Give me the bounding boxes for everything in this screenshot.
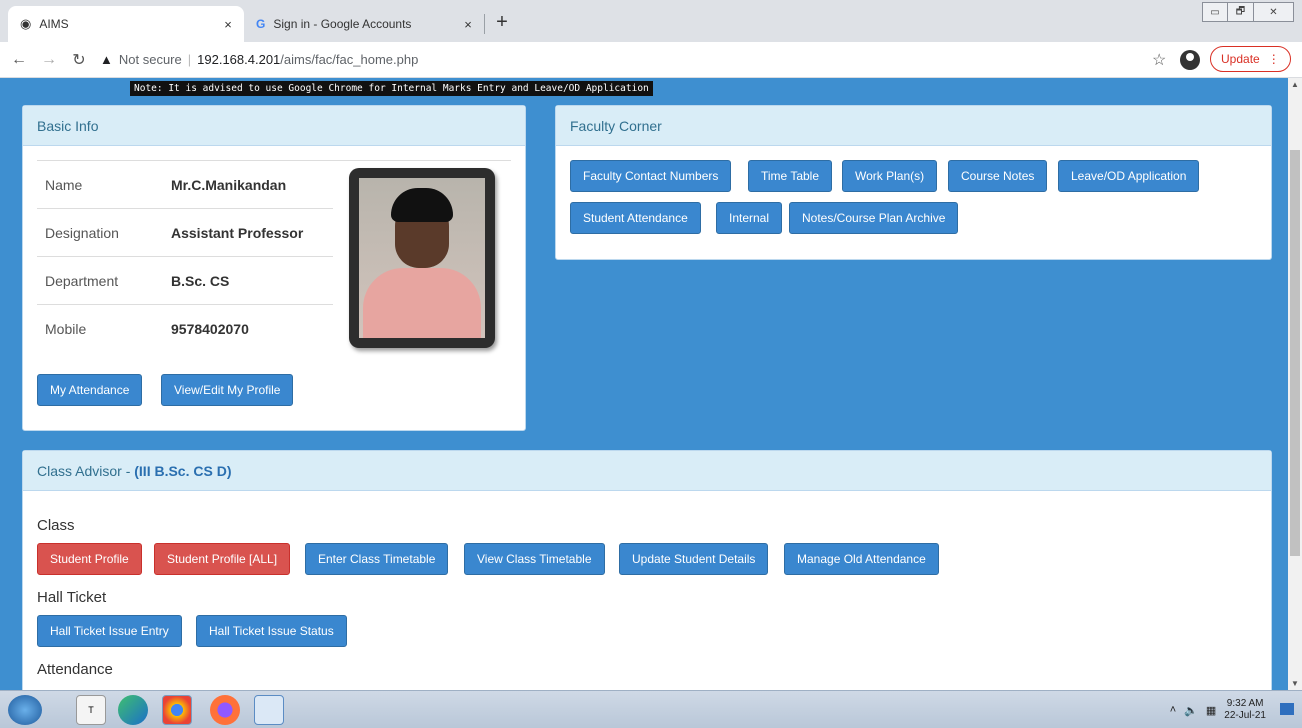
student-attendance-button[interactable]: Student Attendance [570, 202, 701, 234]
forward-arrow-icon[interactable]: → [38, 51, 60, 69]
profile-photo [349, 168, 495, 348]
clock-time: 9:32 AM [1226, 698, 1264, 709]
work-plans-button[interactable]: Work Plan(s) [842, 160, 938, 192]
update-button[interactable]: Update ⋮ [1210, 46, 1291, 72]
info-key: Department [45, 272, 119, 289]
network-icon[interactable]: ▦ [1206, 704, 1216, 717]
google-icon: G [256, 17, 266, 31]
more-menu-icon: ⋮ [1267, 52, 1280, 66]
globe-icon: ◉ [20, 16, 32, 31]
photo-image [359, 178, 485, 338]
volume-icon[interactable]: 🔈 [1184, 704, 1198, 717]
browser-note: Note: It is advised to use Google Chrome… [130, 81, 653, 96]
show-desktop-button[interactable] [1280, 703, 1294, 715]
student-profile-all-button[interactable]: Student Profile [ALL] [154, 543, 291, 575]
info-value: 9578402070 [171, 320, 249, 337]
info-value: Assistant Professor [171, 224, 304, 241]
my-attendance-button[interactable]: My Attendance [37, 374, 143, 406]
photo-shirt [363, 268, 481, 338]
tally-erp-icon[interactable]: T [76, 695, 106, 725]
faculty-contact-numbers-button[interactable]: Faculty Contact Numbers [570, 160, 732, 192]
info-row-designation: Designation Assistant Professor [37, 208, 333, 256]
divider [333, 160, 511, 161]
tab-aims[interactable]: ◉ AIMS × [8, 6, 244, 42]
address-bar[interactable]: ▲ Not secure | 192.168.4.201/aims/fac/fa… [100, 46, 1100, 74]
close-window-button[interactable]: ✕ [1254, 2, 1294, 22]
scroll-down-icon[interactable]: ▼ [1291, 679, 1299, 688]
clock-date: 22-Jul-21 [1224, 710, 1266, 721]
notes-course-plan-archive-button[interactable]: Notes/Course Plan Archive [789, 202, 959, 234]
tray-expand-icon[interactable]: ˄ [1170, 704, 1176, 716]
taskbar-clock[interactable]: 9:32 AM 22-Jul-21 [1224, 698, 1266, 722]
time-table-button[interactable]: Time Table [748, 160, 833, 192]
close-tab-icon[interactable]: × [458, 17, 478, 32]
manage-old-attendance-button[interactable]: Manage Old Attendance [784, 543, 939, 575]
back-arrow-icon[interactable]: ← [8, 51, 30, 69]
leave-od-application-button[interactable]: Leave/OD Application [1058, 160, 1200, 192]
info-value: Mr.C.Manikandan [171, 176, 287, 193]
attendance-section-label: Attendance [37, 661, 113, 678]
window-controls: ▭ 🗗 ✕ [1202, 2, 1294, 22]
info-row-department: Department B.Sc. CS [37, 256, 333, 304]
url-path: /aims/fac/fac_home.php [280, 52, 419, 67]
photo-hair [391, 188, 453, 222]
warning-icon: ▲ [100, 52, 113, 67]
class-advisor-class: (III B.Sc. CS D) [134, 462, 232, 479]
page-scrollbar[interactable]: ▲ ▼ [1288, 78, 1302, 690]
panel-title: Faculty Corner [556, 106, 1271, 146]
page-content: Note: It is advised to use Google Chrome… [0, 78, 1288, 690]
windows-taskbar: T ˄ 🔈 ▦ 9:32 AM 22-Jul-21 [0, 690, 1302, 728]
firefox-browser-icon[interactable] [210, 695, 240, 725]
internal-button[interactable]: Internal [716, 202, 783, 234]
control-panel-icon[interactable] [254, 695, 284, 725]
tab-separator [484, 14, 485, 34]
not-secure-label: Not secure [118, 52, 182, 67]
tab-title: AIMS [39, 17, 69, 31]
browser-toolbar: ← → ↻ ▲ Not secure | 192.168.4.201/aims/… [0, 42, 1302, 78]
tab-title: Sign in - Google Accounts [273, 17, 412, 31]
info-row-name: Name Mr.C.Manikandan [37, 160, 333, 208]
maximize-button[interactable]: 🗗 [1228, 2, 1254, 22]
faculty-corner-panel: Faculty Corner Faculty Contact Numbers T… [555, 105, 1272, 260]
profile-avatar-icon[interactable] [1180, 50, 1200, 70]
info-table: Name Mr.C.Manikandan Designation Assista… [37, 160, 333, 352]
class-section-label: Class [37, 517, 75, 534]
new-tab-button[interactable]: + [490, 12, 514, 32]
url-host: 192.168.4.201 [197, 52, 281, 67]
update-label: Update [1221, 52, 1260, 66]
enter-class-timetable-button[interactable]: Enter Class Timetable [305, 543, 449, 575]
bookmark-star-icon[interactable]: ☆ [1152, 50, 1166, 70]
scroll-up-icon[interactable]: ▲ [1291, 80, 1299, 89]
update-student-details-button[interactable]: Update Student Details [619, 543, 769, 575]
hall-ticket-issue-status-button[interactable]: Hall Ticket Issue Status [196, 615, 347, 647]
info-key: Mobile [45, 320, 87, 337]
scrollbar-thumb[interactable] [1290, 150, 1300, 556]
system-tray: ˄ 🔈 ▦ 9:32 AM 22-Jul-21 [1170, 695, 1266, 725]
student-profile-button[interactable]: Student Profile [37, 543, 142, 575]
edge-browser-icon[interactable] [118, 695, 148, 725]
chrome-browser-icon[interactable] [162, 695, 192, 725]
view-class-timetable-button[interactable]: View Class Timetable [464, 543, 605, 575]
info-key: Designation [45, 224, 119, 241]
start-button-icon[interactable] [8, 695, 42, 725]
info-value: B.Sc. CS [171, 272, 230, 289]
info-row-mobile: Mobile 9578402070 [37, 304, 333, 352]
close-tab-icon[interactable]: × [218, 17, 238, 32]
panel-title: Class Advisor - (III B.Sc. CS D) [23, 451, 1271, 491]
url-separator: | [187, 52, 192, 67]
browser-tabstrip: ◉ AIMS × G Sign in - Google Accounts × +… [0, 0, 1302, 42]
minimize-button[interactable]: ▭ [1202, 2, 1228, 22]
info-key: Name [45, 176, 83, 193]
hall-ticket-issue-entry-button[interactable]: Hall Ticket Issue Entry [37, 615, 182, 647]
tab-google-signin[interactable]: G Sign in - Google Accounts × [244, 6, 484, 42]
reload-icon[interactable]: ↻ [68, 50, 90, 70]
hall-ticket-section-label: Hall Ticket [37, 589, 107, 606]
panel-title: Basic Info [23, 106, 525, 146]
class-advisor-prefix: Class Advisor - [37, 462, 135, 479]
class-advisor-panel: Class Advisor - (III B.Sc. CS D) Class S… [22, 450, 1272, 690]
view-edit-profile-button[interactable]: View/Edit My Profile [161, 374, 294, 406]
course-notes-button[interactable]: Course Notes [948, 160, 1048, 192]
basic-info-panel: Basic Info Name Mr.C.Manikandan Designat… [22, 105, 526, 431]
